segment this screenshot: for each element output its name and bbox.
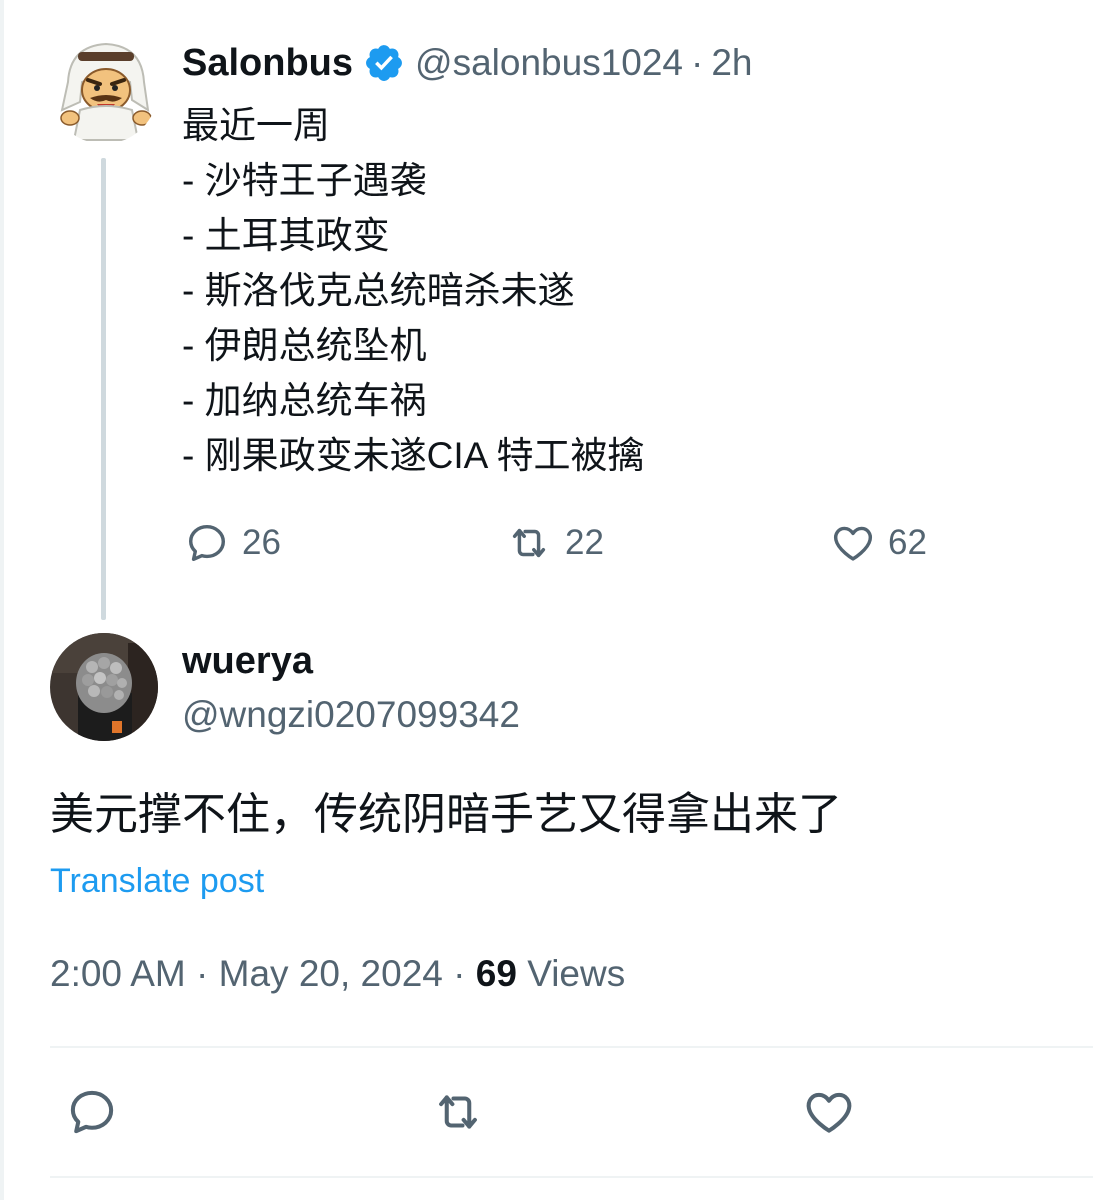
tweet-text: 最近一周 - 沙特王子遇袭 - 土耳其政变 - 斯洛伐克总统暗杀未遂 - 伊朗总… — [182, 98, 645, 483]
tweet-line: - 加纳总统车祸 — [182, 380, 427, 421]
tweet-line: - 斯洛伐克总统暗杀未遂 — [182, 270, 575, 311]
like-button[interactable]: 62 — [830, 518, 927, 568]
separator-dot: · — [453, 953, 466, 994]
tweet-line: 最近一周 — [182, 105, 330, 146]
tweet-line: - 土耳其政变 — [182, 215, 390, 256]
user-handle[interactable]: @salonbus1024 — [415, 42, 683, 84]
views-count: 69 — [475, 953, 517, 994]
tweet-time-ago[interactable]: 2h — [711, 42, 752, 84]
tweet-line: - 沙特王子遇袭 — [182, 160, 427, 201]
repost-button[interactable] — [430, 1084, 486, 1140]
avatar-wuerya[interactable] — [50, 633, 158, 741]
repost-count: 22 — [565, 523, 604, 562]
verified-badge-icon — [363, 42, 405, 84]
reply-button[interactable] — [64, 1084, 120, 1140]
divider — [50, 1046, 1093, 1048]
repost-icon — [439, 1095, 477, 1129]
reply-text: 美元撑不住，传统阴暗手艺又得拿出来了 — [50, 790, 842, 839]
reply-count: 26 — [242, 523, 281, 562]
separator-dot: · — [196, 953, 209, 994]
heart-icon — [833, 526, 873, 561]
heart-icon — [806, 1092, 852, 1133]
repost-icon — [512, 528, 546, 558]
tweet-meta: 2:00 AM · May 20, 2024 · 69 Views — [50, 948, 625, 1000]
tweet-header: Salonbus @salonbus1024 · 2h — [182, 38, 753, 88]
reply-button[interactable]: 26 — [184, 518, 281, 568]
cartoon-avatar-image — [50, 36, 158, 144]
repost-button[interactable]: 22 — [505, 518, 604, 568]
translate-post-link[interactable]: Translate post — [50, 858, 264, 904]
tweet-line: - 刚果政变未遂CIA 特工被擒 — [182, 435, 645, 476]
tweet-line: - 伊朗总统坠机 — [182, 325, 427, 366]
reply-icon — [70, 1090, 114, 1134]
thread-connector-line — [101, 158, 106, 620]
tweet-time[interactable]: 2:00 AM — [50, 953, 186, 994]
avatar-salonbus[interactable] — [50, 36, 158, 144]
reply-display-name[interactable]: wuerya — [182, 636, 313, 686]
reply-icon — [188, 524, 226, 562]
display-name[interactable]: Salonbus — [182, 42, 353, 85]
left-edge-border — [0, 0, 4, 1200]
tweet-date[interactable]: May 20, 2024 — [219, 953, 443, 994]
like-count: 62 — [888, 523, 927, 562]
reply-user-handle[interactable]: @wngzi0207099342 — [182, 690, 520, 740]
stove-photo-avatar-image — [50, 633, 158, 741]
separator-dot: · — [691, 42, 704, 83]
views-label: Views — [527, 953, 626, 994]
divider — [50, 1176, 1093, 1178]
like-button[interactable] — [801, 1084, 857, 1140]
